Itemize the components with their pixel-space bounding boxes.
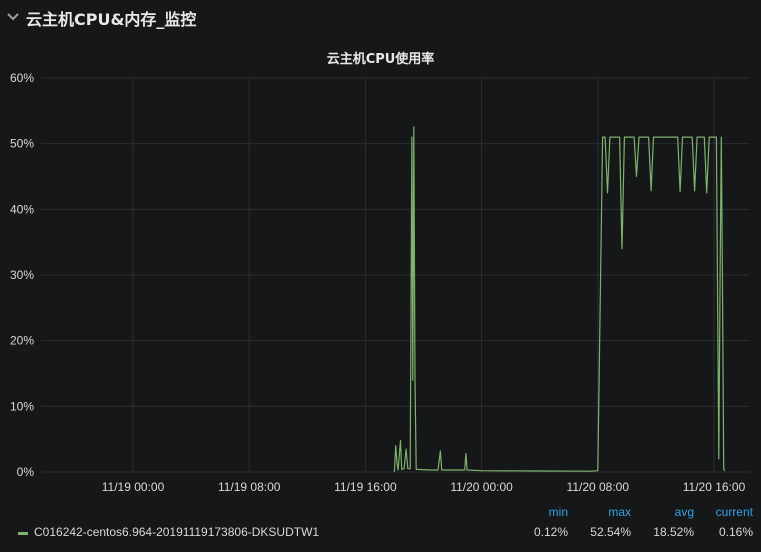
x-tick-label: 11/19 08:00: [218, 480, 281, 494]
series-line[interactable]: [393, 126, 726, 473]
y-tick-label: 10%: [10, 399, 34, 413]
legend-header-current[interactable]: current: [693, 505, 753, 519]
y-tick-label: 50%: [10, 137, 34, 151]
x-tick-label: 11/19 00:00: [102, 480, 165, 494]
legend-value-max: 52.54%: [590, 525, 631, 539]
x-tick-label: 11/20 00:00: [450, 480, 513, 494]
legend-value-avg: 18.52%: [653, 525, 694, 539]
legend-value-min: 0.12%: [533, 525, 568, 539]
x-tick-label: 11/20 16:00: [683, 480, 746, 494]
y-tick-label: 20%: [10, 334, 34, 348]
x-tick-label: 11/20 08:00: [567, 480, 630, 494]
cpu-usage-chart: 0% 10% 20% 30% 40% 50% 60% 11/19 00:00 11/19 08:…: [10, 71, 749, 494]
legend-value-current: 0.16%: [718, 525, 753, 539]
y-tick-label: 30%: [10, 268, 34, 282]
legend-header-max[interactable]: max: [571, 505, 631, 519]
y-tick-label: 60%: [10, 71, 34, 85]
legend-header-avg[interactable]: avg: [634, 505, 694, 519]
legend-header-min[interactable]: min: [508, 505, 568, 519]
y-tick-label: 0%: [17, 465, 35, 479]
legend-series-name[interactable]: C016242-centos6.964-20191119173806-DKSUD…: [34, 525, 319, 539]
y-tick-label: 40%: [10, 202, 34, 216]
x-tick-label: 11/19 16:00: [334, 480, 397, 494]
legend-series-swatch: [18, 532, 28, 535]
